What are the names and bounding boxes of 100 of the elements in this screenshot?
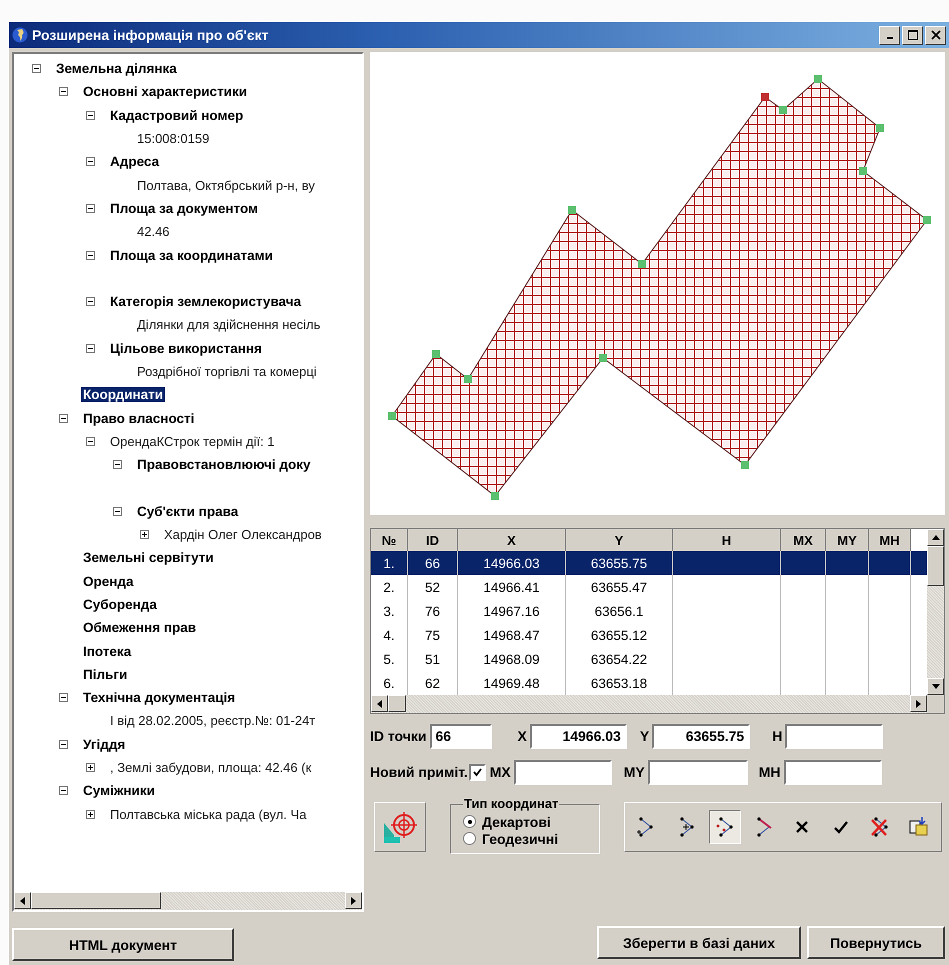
tree-item[interactable]: Категорія землекористувача: [108, 294, 304, 310]
tree-item[interactable]: 42.46: [135, 224, 172, 240]
field-label: X: [518, 728, 527, 744]
column-header[interactable]: ID: [408, 529, 458, 551]
table-row[interactable]: 2. 52 14966.41 63655.47: [371, 575, 927, 599]
field-label: ID точки: [370, 728, 427, 744]
table-row[interactable]: 5. 51 14968.09 63654.22: [371, 647, 927, 671]
table-row[interactable]: 1. 66 14966.03 63655.75: [371, 551, 927, 575]
collapse-icon[interactable]: [86, 250, 95, 260]
tree-item[interactable]: Право власності: [81, 410, 196, 426]
input-field[interactable]: 66: [430, 724, 492, 748]
table-cell: 2.: [383, 580, 395, 594]
column-header[interactable]: MY: [826, 529, 869, 551]
collapse-icon[interactable]: [59, 740, 68, 749]
tree-item[interactable]: Пільги: [81, 666, 130, 682]
scroll-right-icon: [351, 896, 356, 904]
collapse-icon[interactable]: [86, 344, 95, 353]
radio-button[interactable]: [463, 832, 476, 845]
tree-item[interactable]: 15:008:0159: [135, 131, 212, 146]
collapse-icon[interactable]: [86, 157, 95, 166]
tree-item[interactable]: Площа за документом: [108, 200, 260, 216]
minimize-button[interactable]: [879, 26, 900, 44]
group-title: Тип координат: [463, 796, 560, 811]
tree-item[interactable]: Полтавська міська рада (вул. Ча: [108, 806, 308, 822]
input-field[interactable]: 63655.75: [652, 724, 750, 748]
scroll-thumb[interactable]: [31, 892, 161, 909]
tree-item[interactable]: Ділянки для здійснення несіль: [135, 317, 322, 332]
tree-item[interactable]: Кадастровий номер: [108, 108, 246, 123]
scroll-thumb[interactable]: [927, 546, 944, 586]
tree-item[interactable]: Основні характеристики: [81, 84, 250, 100]
collapse-icon[interactable]: [59, 693, 68, 702]
collapse-icon[interactable]: [59, 786, 68, 796]
column-header[interactable]: MX: [781, 529, 826, 551]
collapse-icon[interactable]: [86, 110, 95, 120]
tree-item[interactable]: Земельні сервітути: [81, 550, 216, 566]
tree-item[interactable]: Обмеження прав: [81, 620, 198, 636]
tree-item[interactable]: Цільове використання: [108, 340, 264, 356]
table-cell: 63656.1: [594, 604, 644, 618]
input-field[interactable]: 14966.03: [530, 724, 627, 748]
tree-item[interactable]: Технічна документація: [81, 690, 238, 706]
expand-icon[interactable]: [86, 763, 95, 772]
tree-item[interactable]: Правовстановлюючі доку: [135, 457, 312, 472]
tree-item[interactable]: Хардін Олег Олександров: [162, 527, 324, 542]
table-cell: 14968.09: [483, 652, 540, 666]
collapse-icon[interactable]: [59, 414, 68, 423]
table-cell: 14969.48: [483, 676, 540, 690]
collapse-icon[interactable]: [86, 297, 95, 306]
collapse-icon[interactable]: [86, 204, 95, 213]
tree-item[interactable]: Земельна ділянка: [54, 61, 179, 76]
column-header[interactable]: Y: [566, 529, 673, 551]
html-document-button[interactable]: HTML документ: [12, 928, 234, 961]
scroll-thumb[interactable]: [388, 695, 406, 712]
column-header[interactable]: MH: [869, 529, 911, 551]
tree-item[interactable]: , Землі забудови, площа: 42.46 (к: [108, 760, 314, 776]
vertical-scrollbar[interactable]: [927, 529, 944, 695]
tree-item[interactable]: Іпотека: [81, 644, 134, 659]
horizontal-scrollbar[interactable]: [14, 892, 362, 910]
maximize-button[interactable]: [902, 26, 923, 44]
expand-icon[interactable]: [140, 530, 149, 540]
table-row[interactable]: 4. 75 14968.47 63655.12: [371, 623, 927, 647]
column-header[interactable]: №: [371, 529, 408, 551]
checkbox[interactable]: [468, 764, 486, 780]
tree-item[interactable]: Оренда: [81, 574, 136, 589]
insert-between-tool-button[interactable]: [708, 810, 741, 844]
close-button[interactable]: [925, 26, 946, 44]
scroll-left-icon: [20, 896, 25, 904]
locate-button[interactable]: [374, 802, 426, 852]
collapse-icon[interactable]: [32, 64, 41, 74]
tree-item[interactable]: Координати: [81, 387, 166, 402]
collapse-icon[interactable]: [86, 436, 95, 446]
tree-item[interactable]: Угіддя: [81, 736, 128, 752]
tree-item[interactable]: Роздрібної торгівлі та комерці: [135, 364, 319, 379]
collapse-icon[interactable]: [113, 460, 122, 470]
tree-item[interactable]: Суборенда: [81, 596, 159, 612]
check-icon: [472, 766, 483, 778]
back-button[interactable]: Повернутись: [807, 926, 945, 959]
tree-item[interactable]: І від 28.02.2005, реєстр.№: 01-24т: [108, 713, 318, 728]
tree-item[interactable]: ОрендаКСтрок термін дії: 1: [108, 434, 277, 449]
table-row[interactable]: 3. 76 14967.16 63656.1: [371, 599, 927, 623]
input-field[interactable]: [514, 760, 612, 784]
collapse-icon[interactable]: [59, 87, 68, 96]
column-header[interactable]: H: [673, 529, 781, 551]
radio-button[interactable]: [463, 815, 476, 828]
collapse-icon[interactable]: [113, 506, 122, 516]
column-header[interactable]: X: [458, 529, 566, 551]
expand-icon[interactable]: [86, 810, 95, 819]
input-field[interactable]: [785, 724, 884, 748]
target-icon: [382, 809, 418, 845]
tree-item[interactable]: Суб'єкти права: [135, 504, 240, 519]
horizontal-scrollbar[interactable]: [371, 695, 944, 713]
input-field[interactable]: [784, 760, 882, 784]
tree-item[interactable]: Адреса: [108, 154, 162, 170]
tree-item[interactable]: Площа за координатами: [108, 248, 275, 263]
save-button[interactable]: Зберегти в базі даних: [597, 926, 801, 959]
tree-item[interactable]: Полтава, Октябрський р-н, ву: [135, 178, 317, 193]
tree-item[interactable]: Суміжники: [81, 783, 157, 798]
table-cell: 14966.41: [483, 580, 540, 594]
input-field[interactable]: [648, 760, 748, 784]
table-cell: 75: [424, 628, 440, 642]
scroll-up-icon: [932, 535, 940, 540]
